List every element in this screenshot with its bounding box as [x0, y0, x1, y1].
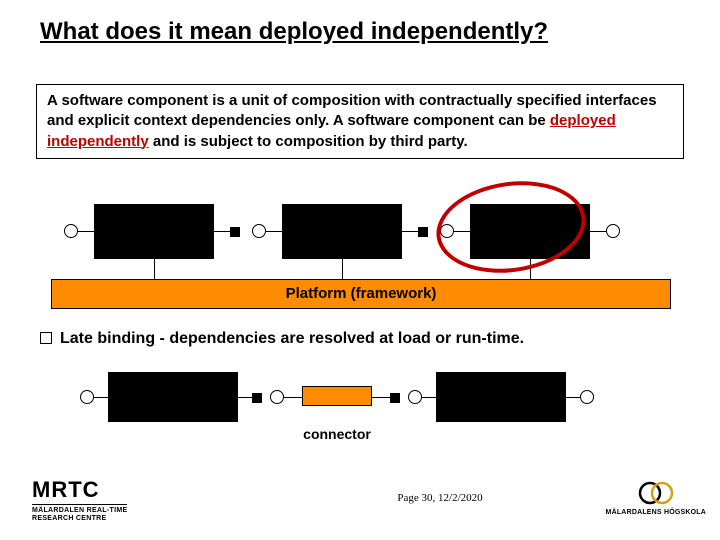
port-square-icon	[230, 227, 240, 237]
bullet-item: Late binding - dependencies are resolved…	[40, 330, 680, 348]
port-circle-icon	[80, 390, 94, 404]
platform-diagram: Platform (framework)	[36, 194, 684, 314]
port-line	[590, 231, 606, 232]
definition-text-post: and is subject to composition by third p…	[149, 133, 468, 150]
port-line	[284, 397, 302, 398]
university-name: MÄLARDALENS HÖGSKOLA	[606, 509, 706, 516]
university-logo: MÄLARDALENS HÖGSKOLA	[606, 479, 706, 516]
port-circle-icon	[64, 224, 78, 238]
university-rings-icon	[636, 479, 676, 507]
connector-label: connector	[298, 426, 376, 442]
definition-box: A software component is a unit of compos…	[36, 84, 684, 159]
port-line	[94, 397, 108, 398]
port-square-icon	[418, 227, 428, 237]
port-line	[266, 231, 282, 232]
component-box	[108, 372, 238, 422]
logo-text: MRTC	[32, 477, 127, 503]
component-box	[94, 204, 214, 259]
connector-diagram: connector	[70, 364, 630, 444]
port-circle-icon	[252, 224, 266, 238]
logo-sub1: MÄLARDALEN REAL-TIME	[32, 504, 127, 514]
port-circle-icon	[580, 390, 594, 404]
logo-sub2: RESEARCH CENTRE	[32, 515, 127, 522]
port-circle-icon	[270, 390, 284, 404]
port-line	[372, 397, 390, 398]
port-circle-icon	[408, 390, 422, 404]
port-line	[238, 397, 252, 398]
port-line	[422, 397, 436, 398]
port-square-icon	[390, 393, 400, 403]
component-box	[282, 204, 402, 259]
port-line	[78, 231, 94, 232]
mrtc-logo: MRTC MÄLARDALEN REAL-TIME RESEARCH CENTR…	[32, 477, 127, 522]
port-circle-icon	[606, 224, 620, 238]
bullet-square-icon	[40, 332, 52, 344]
port-line	[566, 397, 580, 398]
stem-line	[154, 259, 155, 279]
platform-bar: Platform (framework)	[51, 279, 671, 309]
port-line	[402, 231, 418, 232]
stem-line	[342, 259, 343, 279]
port-line	[214, 231, 230, 232]
slide-title: What does it mean deployed independently…	[40, 18, 680, 46]
bullet-text: Late binding - dependencies are resolved…	[60, 330, 524, 347]
connector-box	[302, 386, 372, 406]
highlight-ellipse	[430, 172, 591, 282]
component-box	[436, 372, 566, 422]
port-square-icon	[252, 393, 262, 403]
